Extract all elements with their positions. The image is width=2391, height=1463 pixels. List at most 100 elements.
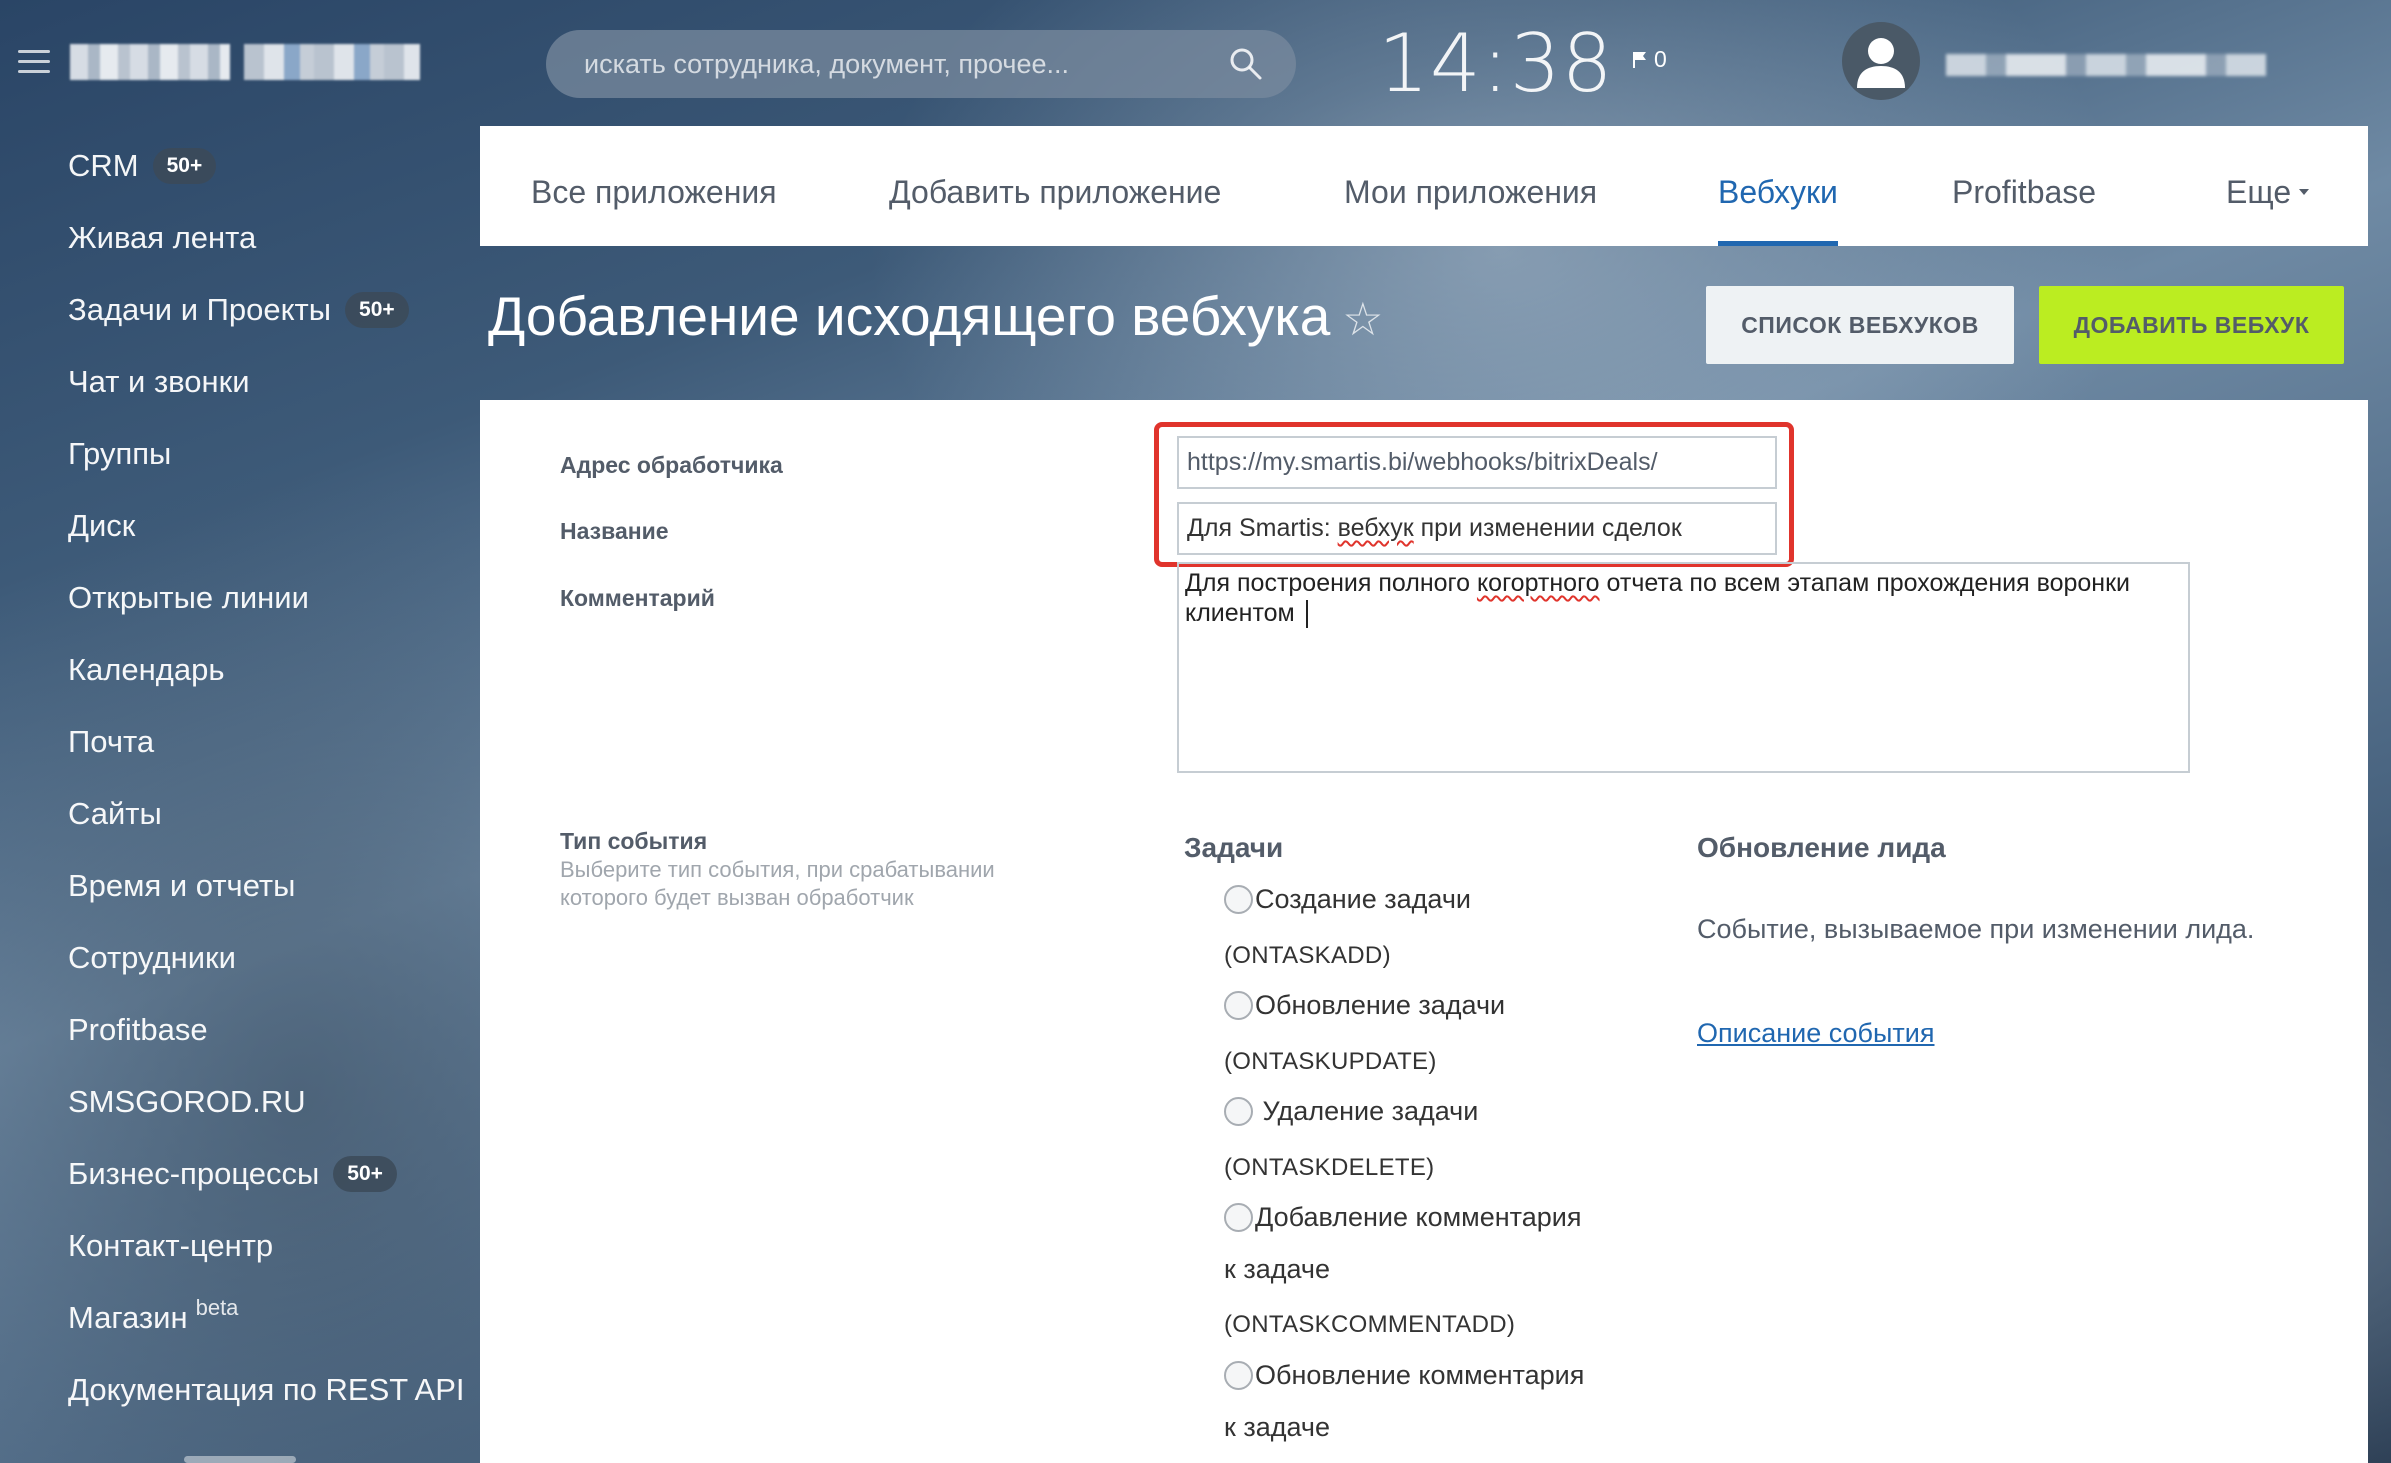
menu-item-tasks[interactable]: Задачи и Проекты 50+: [68, 282, 409, 338]
menu-item-label: Магазин: [68, 1300, 188, 1335]
menu-item-time-reports[interactable]: Время и отчеты: [68, 858, 295, 914]
event-code: (ONTASKDELETE): [1224, 1154, 1435, 1181]
menu-item-label: Задачи и Проекты: [68, 292, 332, 327]
menu-toggle-icon[interactable]: [18, 50, 50, 74]
event-code: (ONTASKUPDATE): [1224, 1048, 1437, 1075]
clock[interactable]: 14:38: [1378, 14, 1614, 114]
radio-button[interactable]: [1224, 991, 1253, 1020]
event-type-hint: Выберите тип события, при срабатывании к…: [560, 857, 995, 910]
event-option-label-cont: к задаче: [1224, 1412, 1330, 1443]
menu-item-label: Profitbase: [68, 1012, 208, 1047]
menu-item-calendar[interactable]: Календарь: [68, 642, 224, 698]
tab-my-apps[interactable]: Мои приложения: [1344, 126, 1597, 246]
menu-item-open-lines[interactable]: Открытые линии: [68, 570, 309, 626]
tab-add-app[interactable]: Добавить приложение: [889, 126, 1221, 246]
webhooks-list-button[interactable]: СПИСОК ВЕБХУКОВ: [1706, 286, 2014, 364]
radio-button[interactable]: [1224, 885, 1253, 914]
event-option-label: Создание задачи: [1255, 884, 1471, 914]
event-code: (ONTASKCOMMENTADD): [1224, 1311, 1516, 1338]
user-name[interactable]: [1946, 54, 2266, 76]
name-text-2: при изменении сделок: [1413, 514, 1682, 542]
event-option-task-add[interactable]: Создание задачи: [1224, 884, 1471, 915]
handler-url-input[interactable]: [1177, 436, 1777, 489]
event-description-link[interactable]: Описание события: [1697, 1018, 1935, 1049]
name-text-1: Для Smartis:: [1187, 514, 1338, 542]
webhook-name-input[interactable]: Для Smartis: вебхук при изменении сделок: [1177, 502, 1777, 555]
menu-item-live-feed[interactable]: Живая лента: [68, 210, 256, 266]
text-cursor: [1305, 600, 1308, 629]
menu-item-label: Диск: [68, 508, 136, 543]
menu-item-crm[interactable]: CRM 50+: [68, 138, 217, 194]
menu-item-label: Живая лента: [68, 220, 257, 255]
comment-textarea[interactable]: Для построения полного когортного отчета…: [1177, 562, 2190, 773]
comment-text-misspelled: когортного: [1476, 569, 1600, 597]
menu-item-label: Группы: [68, 436, 172, 471]
menu-item-label: SMSGOROD.RU: [68, 1084, 306, 1119]
notifications-flag[interactable]: 0: [1632, 46, 1667, 73]
menu-item-rest-api-docs[interactable]: Документация по REST API: [68, 1362, 465, 1418]
counter-badge: 50+: [152, 148, 217, 184]
handler-url-label: Адрес обработчика: [560, 452, 783, 478]
event-option-task-delete[interactable]: Удаление задачи: [1224, 1096, 1478, 1127]
menu-item-disk[interactable]: Диск: [68, 498, 135, 554]
search-bar[interactable]: [546, 30, 1296, 98]
event-option-label-line2: к задаче: [1224, 1254, 1330, 1284]
tab-more-label: Еще: [2226, 174, 2292, 210]
comment-text-1: Для построения полного: [1185, 569, 1477, 597]
comment-label: Комментарий: [560, 585, 715, 611]
menu-item-chat[interactable]: Чат и звонки: [68, 354, 250, 410]
star-icon[interactable]: ☆: [1342, 293, 1383, 345]
page-title-text: Добавление исходящего вебхука: [488, 285, 1331, 347]
tab-webhooks[interactable]: Вебхуки: [1718, 126, 1838, 246]
menu-item-label: Документация по REST API: [68, 1372, 465, 1407]
menu-item-groups[interactable]: Группы: [68, 426, 171, 482]
radio-button[interactable]: [1224, 1203, 1253, 1232]
user-silhouette-icon: [1857, 38, 1905, 88]
event-option-task-comment-update[interactable]: Обновление комментария: [1224, 1360, 1584, 1391]
flag-icon: [1633, 51, 1646, 68]
portal-logo[interactable]: [70, 44, 420, 80]
menu-item-profitbase[interactable]: Profitbase: [68, 1002, 208, 1058]
name-text-misspelled: вебхук: [1337, 514, 1414, 542]
menu-item-label: Сотрудники: [68, 940, 236, 975]
events-group-title: Задачи: [1184, 832, 1284, 863]
page-title: Добавление исходящего вебхука ☆: [488, 284, 1384, 348]
radio-button[interactable]: [1224, 1361, 1253, 1390]
selected-event-title: Обновление лида: [1697, 832, 1946, 863]
event-option-task-update[interactable]: Обновление задачи: [1224, 990, 1505, 1021]
add-webhook-button[interactable]: ДОБАВИТЬ ВЕБХУК: [2039, 286, 2344, 364]
event-option-label-cont: к задаче: [1224, 1254, 1330, 1285]
beta-label: beta: [195, 1295, 239, 1320]
menu-item-mail[interactable]: Почта: [68, 714, 154, 770]
search-input[interactable]: [584, 48, 1226, 80]
counter-badge: 50+: [345, 292, 409, 328]
event-option-task-comment-add[interactable]: Добавление комментария: [1224, 1202, 1581, 1233]
menu-item-contact-center[interactable]: Контакт-центр: [68, 1218, 273, 1274]
menu-item-label: Календарь: [68, 652, 225, 687]
counter-badge: 50+: [333, 1156, 397, 1192]
menu-item-label: Почта: [68, 724, 155, 759]
tab-profitbase[interactable]: Profitbase: [1952, 126, 2096, 246]
tab-all-apps[interactable]: Все приложения: [531, 126, 777, 246]
menu-item-store[interactable]: Магазин beta: [68, 1290, 238, 1346]
menu-scrollbar[interactable]: [184, 1456, 296, 1463]
menu-item-employees[interactable]: Сотрудники: [68, 930, 236, 986]
search-icon[interactable]: [1226, 44, 1266, 84]
event-option-label: Удаление задачи: [1255, 1096, 1479, 1126]
logo-part-1: [70, 44, 230, 80]
menu-item-label: Бизнес-процессы: [68, 1156, 320, 1191]
avatar[interactable]: [1842, 22, 1920, 100]
webhook-form: Адрес обработчика Название Комментарий Д…: [480, 400, 2368, 1463]
menu-item-label: Чат и звонки: [68, 364, 250, 399]
event-option-label: Обновление задачи: [1255, 990, 1506, 1020]
radio-button[interactable]: [1224, 1097, 1253, 1126]
menu-item-business-processes[interactable]: Бизнес-процессы 50+: [68, 1146, 397, 1202]
event-option-label: Добавление комментария: [1255, 1202, 1582, 1232]
menu-item-sites[interactable]: Сайты: [68, 786, 162, 842]
event-option-label: Обновление комментария: [1255, 1360, 1585, 1390]
menu-item-label: Сайты: [68, 796, 162, 831]
chevron-down-icon: [2299, 188, 2310, 195]
tab-more[interactable]: Еще: [2226, 126, 2310, 246]
left-menu: CRM 50+ Живая лента Задачи и Проекты 50+ Ч…: [0, 130, 480, 1463]
menu-item-smsgorod[interactable]: SMSGOROD.RU: [68, 1074, 306, 1130]
